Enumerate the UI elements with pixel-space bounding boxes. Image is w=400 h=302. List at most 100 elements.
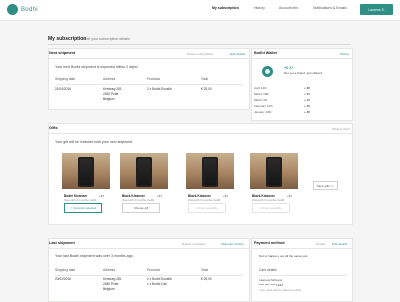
payment-card: Payment method Details Edit details Not … [251, 238, 353, 302]
shipping-address: Kerkweg 281 2450 Putte Belgium [103, 87, 122, 101]
speaker-image [202, 157, 218, 187]
gifts-notice: Your gift will be included with your nex… [55, 140, 134, 144]
report-problem-link[interactable]: Report a problem [182, 242, 206, 246]
column-shipping-date: Shipping date [55, 268, 76, 272]
product-image [62, 153, 110, 189]
nav-my-subscription[interactable]: My subscription [212, 6, 239, 10]
nav-account-info[interactable]: Account info [279, 6, 298, 10]
wallet-title: Bodhi Wallet [254, 51, 277, 55]
speaker-image [78, 157, 94, 187]
logo[interactable]: Bodhi [7, 4, 38, 15]
transaction-amount: + €5 [304, 104, 310, 108]
transaction-amount: + €3 [304, 98, 310, 102]
payment-notice: Not to happen, we all the same just [259, 254, 308, 258]
divider [49, 133, 352, 134]
gift-price: +€7 [99, 194, 105, 198]
shipping-date: 21/04/2016 [55, 87, 71, 91]
transaction-date: March 18th [254, 92, 270, 96]
transaction-amount: + €3 [304, 92, 310, 96]
wallet-balance-note: Not yet a friend, just shared [284, 71, 322, 75]
column-total: Total [201, 77, 208, 81]
card-billing-note: Your card will be billed monthly. [259, 288, 302, 292]
shipping-products: 2 x Bodhi Eucalib [147, 87, 172, 91]
gift-availability: (free with 2 months credit) [188, 198, 221, 202]
nav-notifications[interactable]: Notifications & Emails [313, 6, 347, 10]
divider [55, 275, 243, 276]
gift-select-button[interactable]: Choose gift [122, 203, 160, 213]
bodhi-logo-icon [7, 4, 18, 15]
product-image [250, 153, 298, 189]
gifts-title: Gifts [49, 126, 58, 130]
divider [259, 275, 347, 276]
shipment-history-link[interactable]: Shipment history [221, 242, 244, 246]
wallet-history-link[interactable]: History [340, 52, 350, 56]
divider [252, 58, 352, 59]
divider [252, 248, 352, 249]
column-total: Total [201, 268, 208, 272]
column-products: Products [147, 268, 161, 272]
transaction-amount: + €8 [304, 86, 310, 90]
user-menu-button[interactable]: Laurens S. [360, 4, 393, 15]
transaction-date: March 3th [254, 98, 268, 102]
gift-button-label: Not yet available [260, 206, 282, 210]
shipping-date: 20/02/2016 [55, 277, 71, 281]
next-shipment-card: Next shipment Pause subscription Edit de… [48, 48, 250, 110]
pause-subscription-link[interactable]: Pause subscription [187, 52, 213, 56]
product-image [186, 153, 234, 189]
divider [55, 84, 243, 85]
product-image [120, 153, 168, 189]
column-address: Address [103, 268, 116, 272]
transaction-date: February 12th [254, 104, 273, 108]
wallet-balance: +€ 27 [284, 66, 294, 70]
shipping-total: € 25,00 [201, 87, 212, 91]
column-address: Address [103, 77, 116, 81]
next-shipment-notice: Your next Bodhi shipment is expected wit… [55, 65, 138, 69]
payment-details-link[interactable]: Details [316, 242, 325, 246]
gift-availability: (free with 2 months credit) [64, 198, 97, 202]
column-shipping-date: Shipping date [55, 77, 76, 81]
page-title: My subscription [48, 36, 87, 42]
more-gifts-button[interactable]: More gifts >> [313, 181, 338, 190]
more-gifts-label: More gifts >> [317, 183, 334, 188]
gift-price: +€7 [157, 194, 163, 198]
last-shipment-title: Last shipment [49, 241, 75, 245]
wallet-transaction: January 19th + €8 [254, 110, 344, 116]
gift-price: +€7 [223, 194, 229, 198]
page-subtitle: Edit your subscription details [84, 37, 130, 41]
transaction-date: January 19th [254, 110, 272, 114]
edit-details-link[interactable]: Edit details [230, 52, 245, 56]
logo-text: Bodhi [21, 6, 38, 13]
wallet-icon [262, 66, 273, 77]
gift-availability: (free with 2 months credit) [252, 198, 285, 202]
gift-card: Black Kleanser +€7 (free with 2 months c… [120, 153, 168, 217]
nav-history[interactable]: History [254, 6, 265, 10]
gift-card: Bodhi Kleanser +€7 (free with 2 months c… [62, 153, 110, 217]
gift-card: Black Kleanser +€7 (free with 2 months c… [250, 153, 298, 217]
divider [48, 44, 351, 45]
speaker-image [136, 157, 152, 187]
card-number: **** **** **** 1234 [259, 283, 283, 287]
shipping-total: € 25,00 [201, 277, 212, 281]
shipping-address: Kerkweg 281 2450 Putte Belgium [103, 277, 122, 291]
gift-price: +€7 [287, 194, 293, 198]
payment-edit-link[interactable]: Edit details [332, 242, 347, 246]
gift-button-label: Currently selected [72, 206, 97, 210]
gift-button-label: Not yet available [196, 206, 218, 210]
next-shipment-title: Next shipment [49, 51, 76, 55]
gift-select-button[interactable]: Not yet available [188, 203, 226, 213]
what-is-this-link[interactable]: What is this? [332, 127, 350, 131]
gift-select-button[interactable]: ✓ Currently selected [64, 203, 102, 213]
gift-card: Black Kleanser +€7 (free with 2 months c… [186, 153, 234, 217]
transaction-date: April 14th [254, 86, 267, 90]
speaker-image [266, 157, 282, 187]
shipping-products: 2 x Bodhi Eucalib 1 x Bodhi Cali [147, 277, 172, 286]
gift-button-label: Choose gift [133, 206, 149, 210]
last-shipment-notice: Your last Bodhi shipment was over 3 mont… [55, 254, 134, 258]
card-holder-name: Laurens Schouw [259, 278, 283, 282]
last-shipment-card: Last shipment Report a problem Shipment … [48, 238, 250, 302]
divider [49, 58, 249, 59]
payment-title: Payment method [254, 241, 285, 245]
column-products: Products [147, 77, 161, 81]
gift-select-button[interactable]: Not yet available [252, 203, 290, 213]
user-name: Laurens S. [368, 7, 385, 12]
